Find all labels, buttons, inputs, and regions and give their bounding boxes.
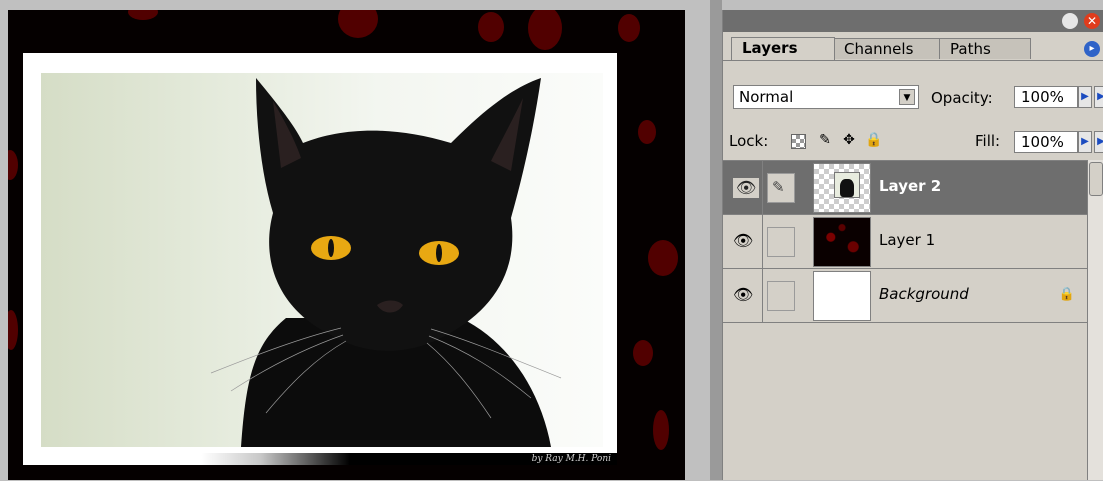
panel-separator	[710, 0, 722, 480]
splatter-decoration	[638, 120, 656, 144]
layer-list: 👁 ✎ Layer 2 👁 Layer 1 👁 Background 🔒	[723, 160, 1087, 481]
collapse-icon[interactable]	[1062, 13, 1078, 29]
splatter-decoration	[648, 240, 678, 276]
eye-icon: 👁	[733, 178, 760, 198]
visibility-toggle[interactable]: 👁	[723, 161, 763, 215]
eye-icon: 👁	[733, 285, 754, 304]
opacity-label: Opacity:	[931, 89, 993, 107]
tab-layers[interactable]: Layers	[731, 37, 835, 60]
layer-row-layer-2[interactable]: 👁 ✎ Layer 2	[723, 161, 1087, 215]
opacity-slider-button-edge[interactable]: ▶	[1094, 86, 1103, 108]
fill-label: Fill:	[975, 132, 1001, 150]
layer-thumbnail[interactable]	[813, 271, 871, 321]
lock-options-row: Lock: ✎ ✥ 🔒 Fill: 100% ▶ ▶	[723, 128, 1103, 158]
splatter-decoration	[633, 340, 653, 366]
layer-thumbnail[interactable]	[813, 217, 871, 267]
tab-channels[interactable]: Channels	[833, 38, 941, 59]
palette-menu-icon[interactable]: ▸	[1084, 41, 1100, 57]
palette-titlebar[interactable]: ✕	[723, 10, 1103, 32]
scrollbar-thumb[interactable]	[1089, 162, 1103, 196]
layer-name[interactable]: Layer 1	[879, 231, 935, 249]
lock-icon[interactable]: 🔒	[865, 132, 882, 148]
fade-strip: by Ray M.H. Poni	[23, 453, 617, 465]
fill-slider-button-edge[interactable]: ▶	[1094, 131, 1103, 153]
lock-icon: 🔒	[1058, 287, 1075, 302]
splatter-decoration	[338, 10, 378, 38]
photo-frame: by Ray M.H. Poni	[23, 53, 617, 465]
cat-photo	[41, 73, 603, 447]
blend-mode-value: Normal	[739, 88, 794, 106]
move-icon[interactable]: ✥	[841, 132, 857, 148]
layer-link-cell[interactable]	[767, 281, 795, 311]
layer-name[interactable]: Background	[879, 285, 969, 303]
layer-thumbnail[interactable]	[813, 163, 871, 213]
splatter-decoration	[478, 12, 504, 42]
brush-icon: ✎	[772, 178, 785, 196]
blend-options-row: Normal ▼ Opacity: 100% ▶ ▶	[723, 81, 1103, 111]
splatter-decoration	[618, 14, 640, 42]
splatter-decoration	[8, 150, 18, 180]
palette-tabs: Layers Channels Paths ▸	[723, 32, 1103, 61]
splatter-decoration	[128, 10, 158, 20]
opacity-slider-button[interactable]: ▶	[1078, 86, 1092, 108]
brush-icon[interactable]: ✎	[817, 132, 833, 148]
visibility-toggle[interactable]: 👁	[723, 215, 763, 269]
layer-row-layer-1[interactable]: 👁 Layer 1	[723, 215, 1087, 269]
tab-paths[interactable]: Paths	[939, 38, 1031, 59]
splatter-decoration	[528, 10, 562, 50]
canvas-area[interactable]: by Ray M.H. Poni	[0, 0, 710, 480]
layer-row-background[interactable]: 👁 Background 🔒	[723, 269, 1087, 323]
splatter-decoration	[8, 310, 18, 350]
layer-link-cell[interactable]	[767, 227, 795, 257]
layers-palette: ✕ Layers Channels Paths ▸ Normal ▼ Opaci…	[722, 10, 1103, 480]
layer-list-scrollbar[interactable]	[1087, 160, 1103, 480]
splatter-decoration	[653, 410, 669, 450]
black-cat-image	[210, 78, 562, 447]
signature-text: by Ray M.H. Poni	[531, 454, 611, 464]
lock-label: Lock:	[729, 132, 769, 150]
fill-input[interactable]: 100%	[1014, 131, 1078, 153]
layer-name[interactable]: Layer 2	[879, 177, 941, 195]
blend-mode-select[interactable]: Normal ▼	[733, 85, 919, 109]
visibility-toggle[interactable]: 👁	[723, 269, 763, 323]
fill-slider-button[interactable]: ▶	[1078, 131, 1092, 153]
opacity-input[interactable]: 100%	[1014, 86, 1078, 108]
lock-transparent-pixels-icon[interactable]	[791, 134, 806, 149]
eye-icon: 👁	[733, 231, 754, 250]
close-icon[interactable]: ✕	[1084, 13, 1100, 29]
cat-thumbnail-image	[834, 172, 860, 198]
document-canvas[interactable]: by Ray M.H. Poni	[8, 10, 685, 480]
layer-edit-indicator[interactable]: ✎	[767, 173, 795, 203]
chevron-down-icon[interactable]: ▼	[899, 89, 915, 105]
